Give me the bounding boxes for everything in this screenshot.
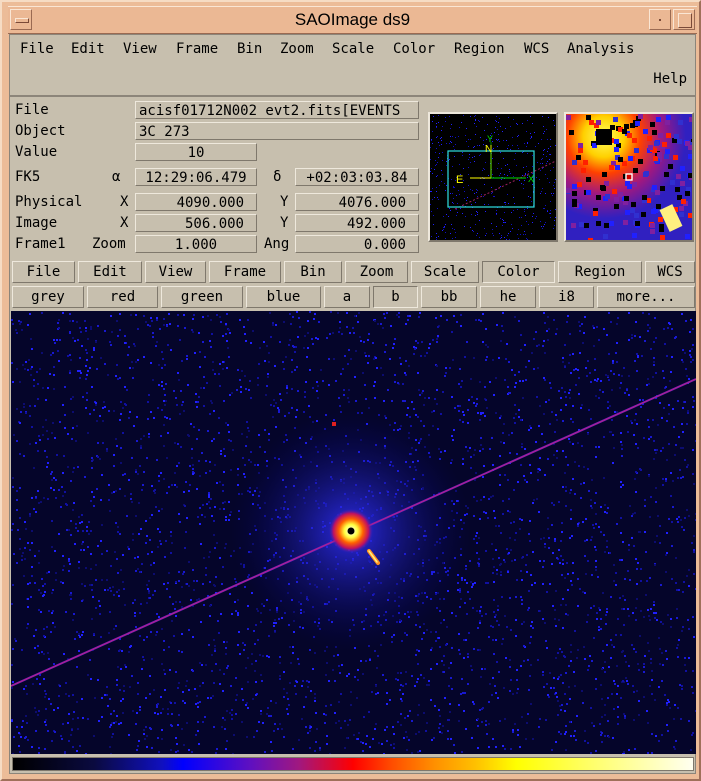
file-label: File: [15, 102, 49, 118]
button-frame[interactable]: Frame: [209, 261, 281, 283]
magnifier-core: [596, 129, 612, 145]
panner[interactable]: N E X Y: [428, 112, 558, 242]
magnifier-cursor: [625, 173, 633, 181]
compass-e-label: E: [456, 174, 463, 186]
image-canvas[interactable]: [11, 311, 696, 754]
menu-edit[interactable]: Edit: [69, 41, 107, 57]
button-scale[interactable]: Scale: [411, 261, 479, 283]
menu-file[interactable]: File: [18, 41, 56, 57]
button-file[interactable]: File: [12, 261, 75, 283]
object-value: 3C 273: [135, 122, 419, 140]
menu-zoom[interactable]: Zoom: [278, 41, 316, 57]
magnifier: [564, 112, 694, 242]
colormap-a[interactable]: a: [324, 286, 370, 308]
zoom-label: Zoom: [92, 236, 126, 252]
colormap-red[interactable]: red: [87, 286, 158, 308]
zoom-value: 1.000: [135, 235, 257, 253]
menu-view[interactable]: View: [121, 41, 159, 57]
pixel-value: 10: [135, 143, 257, 161]
object-label: Object: [15, 123, 66, 139]
colormap-he[interactable]: he: [480, 286, 536, 308]
colormap-b[interactable]: b: [373, 286, 418, 308]
colormap-button-bar: grey red green blue a b bb he i8 more...: [12, 286, 695, 309]
menu-analysis[interactable]: Analysis: [565, 41, 636, 57]
physical-label: Physical: [15, 194, 83, 210]
ang-label: Ang: [264, 236, 290, 252]
ra-value: 12:29:06.479: [135, 168, 257, 186]
button-zoom[interactable]: Zoom: [345, 261, 408, 283]
compass-n-label: N: [485, 144, 492, 155]
image-y-label: Y: [280, 215, 289, 231]
button-bin[interactable]: Bin: [284, 261, 342, 283]
title-bar[interactable]: SAOImage ds9: [8, 6, 697, 34]
main-button-bar: File Edit View Frame Bin Zoom Scale Colo…: [12, 261, 695, 284]
fk5-label: FK5: [15, 169, 41, 185]
colormap-bb[interactable]: bb: [421, 286, 477, 308]
image-y-value: 492.000: [295, 214, 419, 232]
info-panel: File acisf01712N002_evt2.fits[EVENTS Obj…: [10, 97, 422, 257]
physical-y-value: 4076.000: [295, 193, 419, 211]
colormap-blue[interactable]: blue: [246, 286, 321, 308]
panner-jet-streak: [454, 160, 556, 210]
physical-x-value: 4090.000: [135, 193, 257, 211]
button-region[interactable]: Region: [558, 261, 642, 283]
delta-symbol: δ: [273, 169, 282, 185]
value-label: Value: [15, 144, 58, 160]
xray-image: [11, 311, 696, 754]
menu-frame[interactable]: Frame: [174, 41, 220, 57]
minimize-button[interactable]: [649, 9, 671, 30]
colormap-green[interactable]: green: [161, 286, 243, 308]
maximize-button[interactable]: [673, 9, 695, 30]
menu-wcs[interactable]: WCS: [522, 41, 551, 57]
magnifier-view: [566, 114, 692, 240]
frame-label: Frame1: [15, 236, 66, 252]
pileup-hole: [347, 527, 355, 535]
ds9-main: File Edit View Frame Bin Zoom Scale Colo…: [9, 34, 696, 774]
angle-value: 0.000: [295, 235, 419, 253]
button-view[interactable]: View: [145, 261, 206, 283]
menu-color[interactable]: Color: [391, 41, 437, 57]
colorbar[interactable]: [12, 757, 694, 771]
colormap-grey[interactable]: grey: [12, 286, 84, 308]
menu-bin[interactable]: Bin: [235, 41, 264, 57]
axis-y-label: Y: [487, 134, 493, 144]
axis-x-label: X: [528, 174, 534, 184]
physical-y-label: Y: [280, 194, 289, 210]
window-title: SAOImage ds9: [294, 10, 411, 29]
menu-scale[interactable]: Scale: [330, 41, 376, 57]
image-x-value: 506.000: [135, 214, 257, 232]
button-edit[interactable]: Edit: [78, 261, 142, 283]
image-label: Image: [15, 215, 58, 231]
physical-x-label: X: [120, 194, 129, 210]
point-source: [332, 422, 336, 426]
menu-bar: File Edit View Frame Bin Zoom Scale Colo…: [10, 35, 695, 97]
panner-view: N E X Y: [430, 115, 556, 240]
button-color[interactable]: Color: [482, 261, 555, 283]
window-frame: SAOImage ds9 File Edit View Frame Bin Zo…: [0, 0, 701, 781]
menu-region[interactable]: Region: [452, 41, 507, 57]
image-x-label: X: [120, 215, 129, 231]
dec-value: +02:03:03.84: [295, 168, 419, 186]
button-wcs[interactable]: WCS: [645, 261, 695, 283]
file-value: acisf01712N002_evt2.fits[EVENTS: [135, 101, 419, 119]
colormap-i8[interactable]: i8: [539, 286, 594, 308]
colormap-more[interactable]: more...: [597, 286, 695, 308]
alpha-symbol: α: [112, 169, 121, 185]
menu-help[interactable]: Help: [651, 71, 689, 87]
